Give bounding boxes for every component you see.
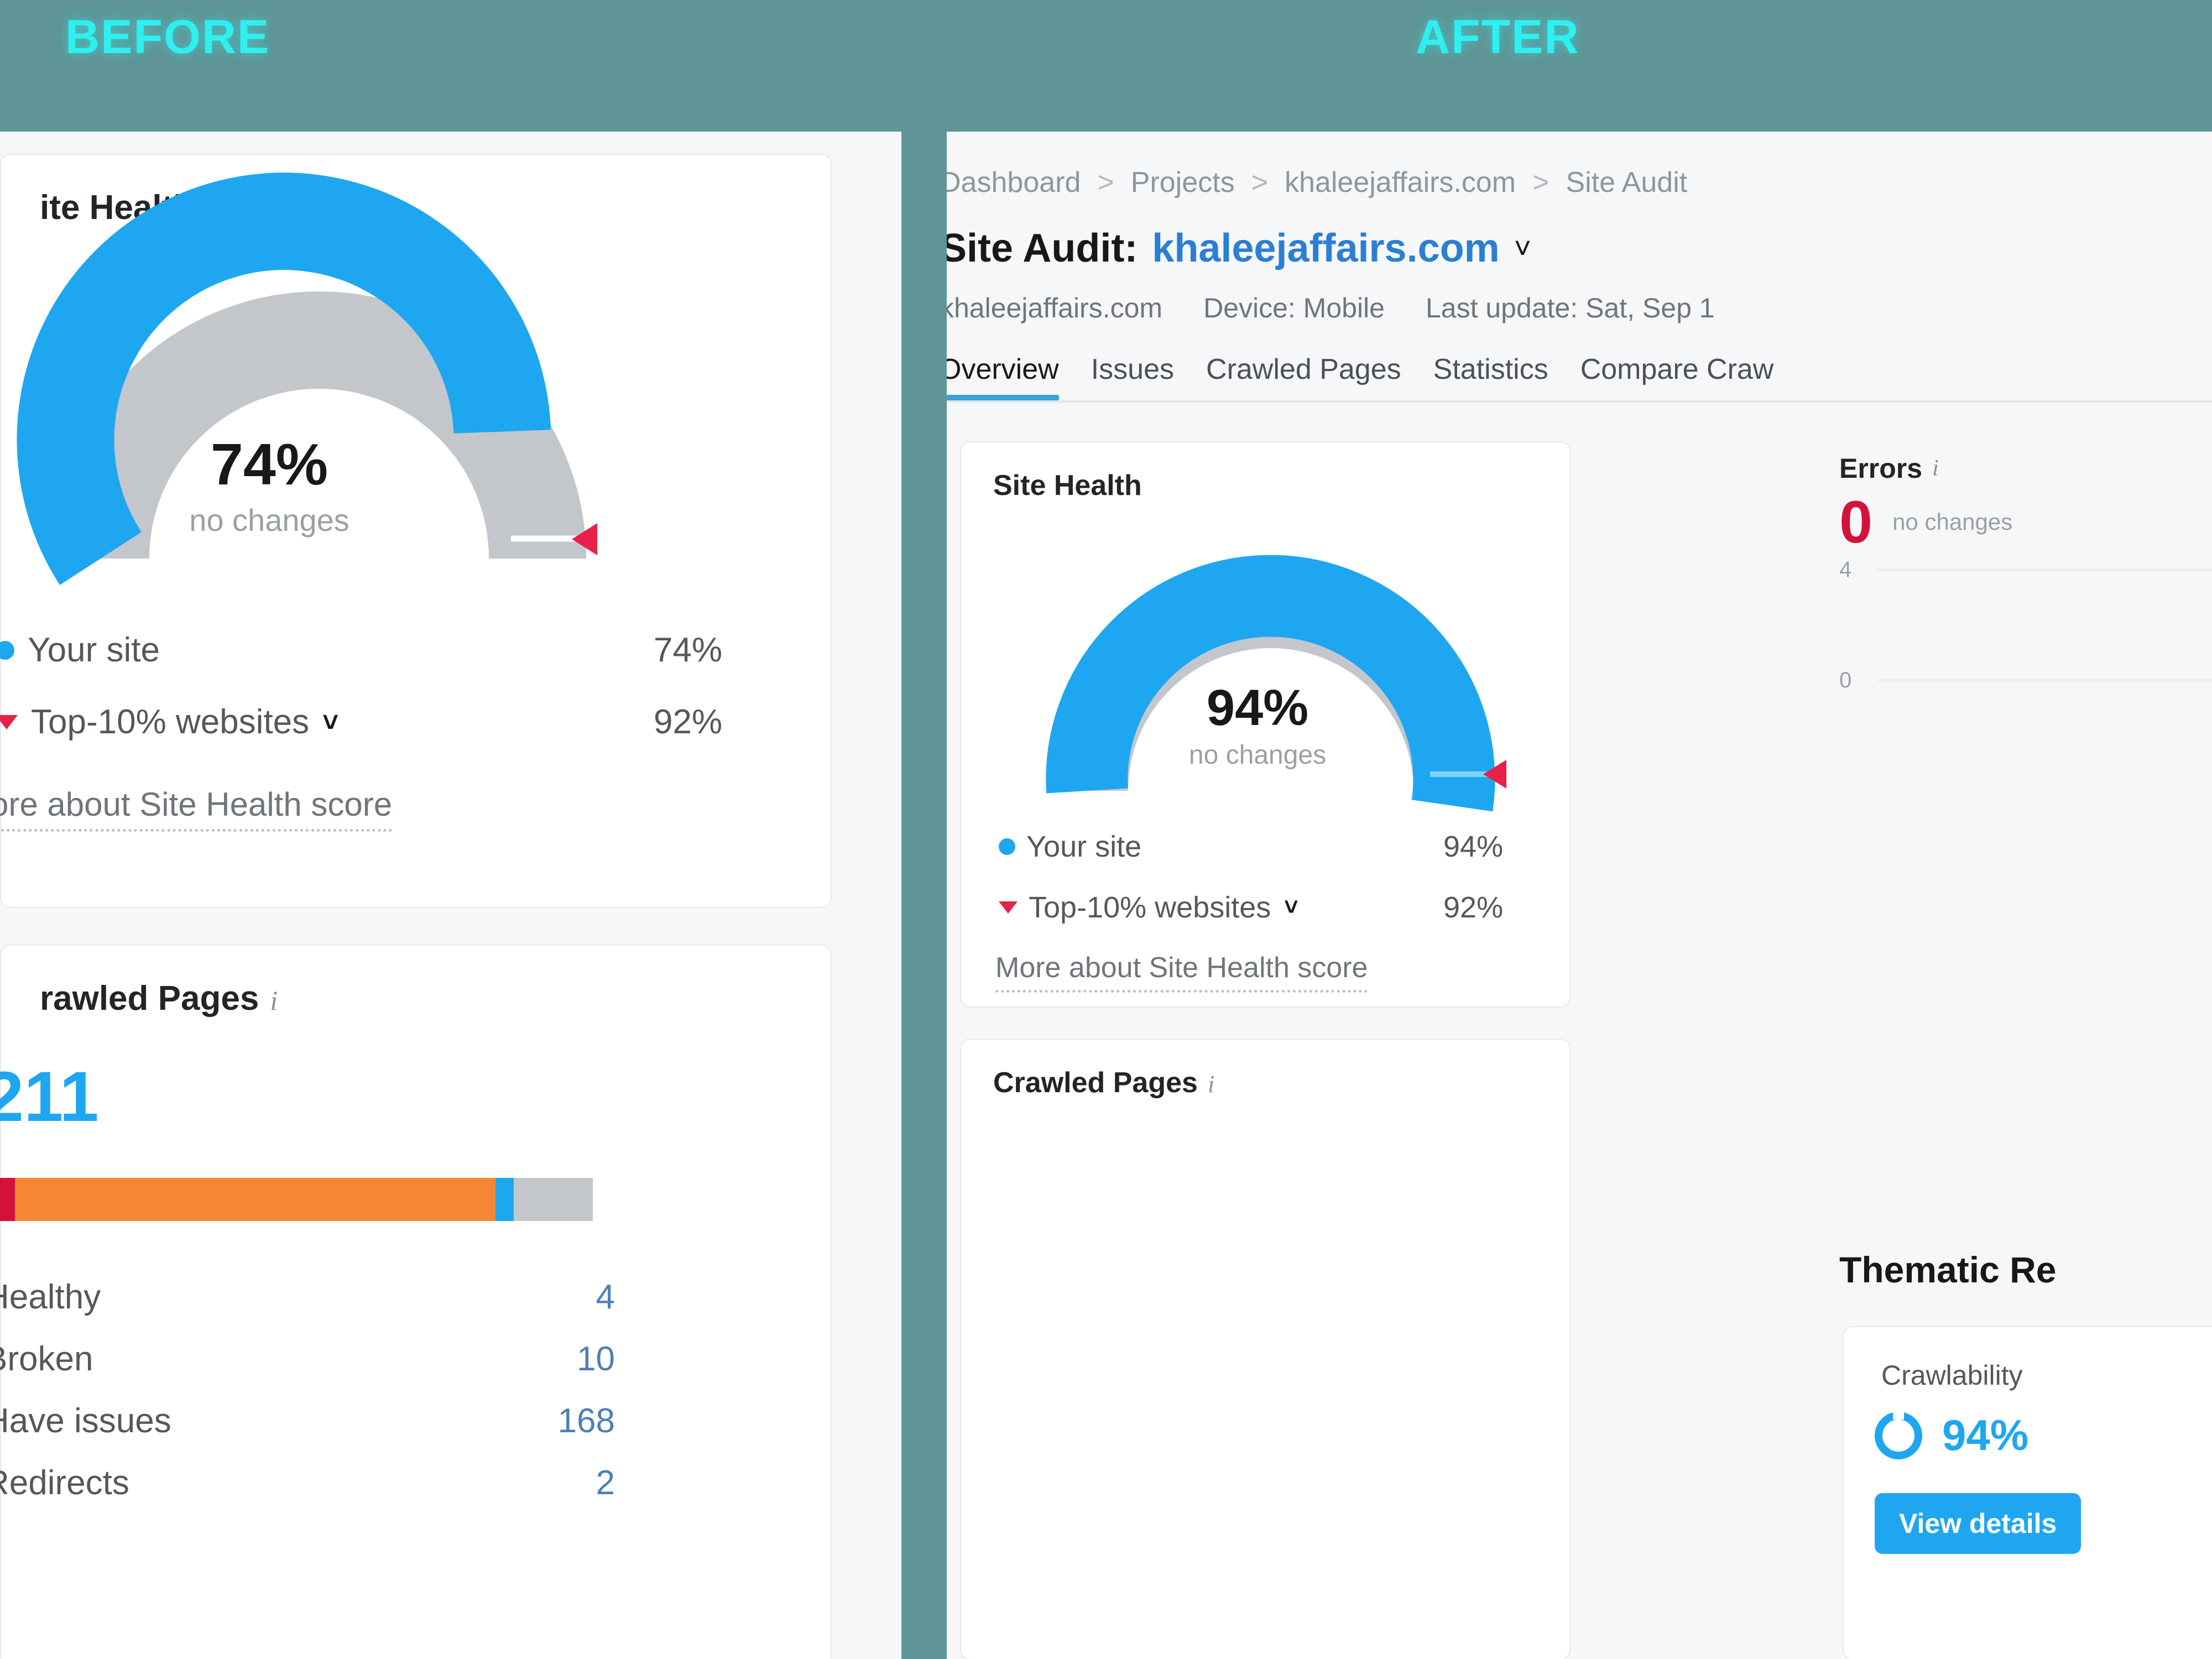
page-title: Site Audit: khaleejaffairs.com ˅ (947, 226, 1531, 271)
legend-triangle-icon (0, 714, 18, 729)
errors-delta: no changes (1892, 509, 2013, 535)
info-icon[interactable]: i (1208, 1071, 1214, 1098)
page-title-prefix: Site Audit: (947, 226, 1138, 270)
before-legend-your-site-label: Your site (28, 631, 160, 669)
crawlability-percent: 94% (1942, 1411, 2029, 1459)
before-legend-top10-value: 92% (654, 703, 723, 741)
sparkline-y-bottom-label: 0 (1839, 668, 1852, 692)
sparkline-gridline (1878, 679, 2212, 682)
after-legend-top10[interactable]: Top-10% websites ˅ (999, 890, 1298, 925)
errors-value-row: 0 no changes (1839, 492, 2212, 552)
tab-bar-divider (947, 400, 2212, 403)
bar-segment-broken (0, 1178, 15, 1221)
after-crawled-pages-card: Crawled Pages i (960, 1039, 1571, 1659)
errors-widget: Errors i 0 no changes (1839, 452, 2212, 552)
bar-segment-healthy (495, 1178, 514, 1221)
before-crawled-pages-card: rawled Pagesi 211 Healthy 4 Broken 10 Ha… (0, 945, 832, 1659)
breadcrumb-item-dashboard[interactable]: Dashboard (947, 166, 1081, 199)
breadcrumb-item-projects[interactable]: Projects (1131, 166, 1235, 199)
errors-value: 0 (1839, 488, 1873, 555)
crawlability-value-row: 94% (1875, 1410, 2028, 1460)
after-legend-your-site-value: 94% (1443, 830, 1504, 863)
errors-sparkline: 4 0 (1839, 557, 2212, 701)
after-legend-top10-label: Top-10% websites (1029, 891, 1271, 924)
stat-value: 168 (557, 1402, 615, 1440)
before-panel: ite Health 74% no changes Your site 74% … (0, 132, 901, 1659)
before-label: BEFORE (65, 11, 270, 64)
after-legend-your-site[interactable]: Your site (999, 830, 1141, 864)
view-details-button[interactable]: View details (1875, 1493, 2081, 1554)
thematic-report-card-crawlability[interactable]: Crawlability 94% View details (1843, 1326, 2212, 1659)
tab-bar: Overview Issues Crawled Pages Statistics… (947, 353, 1806, 400)
stat-label: Broken (0, 1340, 93, 1378)
sparkline-gridline (1878, 568, 2212, 571)
stat-value: 4 (596, 1278, 615, 1316)
table-row: Redirects 2 (0, 1463, 615, 1503)
after-legend-your-site-label: Your site (1026, 830, 1142, 863)
breadcrumb: Dashboard > Projects > khaleejaffairs.co… (947, 166, 1687, 199)
after-crawled-pages-title: Crawled Pages i (993, 1067, 1215, 1099)
before-gauge-percent: 74% (210, 432, 328, 497)
chevron-down-icon[interactable]: ˅ (1284, 894, 1298, 921)
before-legend-top10-label: Top-10% websites (31, 703, 310, 741)
meta-device: Device: Mobile (1203, 293, 1385, 324)
tab-issues[interactable]: Issues (1091, 353, 1174, 400)
after-legend-top10-value: 92% (1443, 891, 1504, 924)
breadcrumb-separator-icon: > (1532, 166, 1550, 199)
legend-dot-icon (999, 838, 1015, 855)
breadcrumb-separator-icon: > (1097, 166, 1114, 199)
tab-crawled-pages[interactable]: Crawled Pages (1206, 353, 1401, 400)
after-gauge-percent: 94% (1206, 680, 1309, 736)
after-more-about-site-health-link[interactable]: More about Site Health score (995, 951, 1368, 993)
after-site-health-title: Site Health (993, 469, 1142, 502)
legend-triangle-icon (999, 901, 1018, 914)
breadcrumb-item-domain[interactable]: khaleejaffairs.com (1285, 166, 1516, 199)
meta-domain: khaleejaffairs.com (947, 293, 1163, 324)
before-site-health-card: ite Health 74% no changes Your site 74% … (0, 154, 832, 908)
bar-segment-have-issues (15, 1178, 495, 1221)
table-row: Broken 10 (0, 1339, 615, 1379)
sparkline-y-top-label: 4 (1839, 557, 1852, 582)
stat-value: 10 (577, 1340, 615, 1378)
progress-ring-icon (1875, 1411, 1922, 1459)
before-crawled-total: 211 (0, 1057, 99, 1136)
after-site-health-card: Site Health 94% no changes Your site 94% (960, 441, 1571, 1008)
table-row: Healthy 4 (0, 1277, 615, 1317)
project-meta-row: khaleejaffairs.com Device: Mobile Last u… (947, 292, 1756, 324)
before-gauge-delta: no changes (189, 503, 349, 538)
errors-title-row: Errors i (1839, 452, 2212, 484)
info-icon[interactable]: i (270, 985, 278, 1016)
chevron-down-icon[interactable]: ˅ (322, 706, 338, 738)
after-site-health-gauge: 94% no changes (1027, 525, 1514, 835)
tab-statistics[interactable]: Statistics (1433, 353, 1548, 400)
chevron-down-icon[interactable]: ˅ (1514, 231, 1532, 265)
table-row: Have issues 168 (0, 1401, 615, 1441)
after-panel: Dashboard > Projects > khaleejaffairs.co… (947, 132, 2212, 1659)
tab-overview[interactable]: Overview (947, 353, 1059, 400)
stat-label: Healthy (0, 1278, 101, 1316)
stat-value: 2 (596, 1464, 615, 1502)
tab-compare-crawls[interactable]: Compare Craw (1580, 353, 1774, 400)
page-title-domain[interactable]: khaleejaffairs.com (1152, 226, 1499, 271)
before-more-about-site-health-link[interactable]: ore about Site Health score (0, 785, 393, 832)
before-legend-your-site[interactable]: Your site (0, 630, 160, 670)
breadcrumb-separator-icon: > (1251, 166, 1268, 199)
legend-dot-icon (0, 640, 14, 660)
before-legend-top10[interactable]: Top-10% websites ˅ (0, 702, 338, 742)
bar-segment-redirects (514, 1178, 593, 1221)
meta-last-update: Last update: Sat, Sep 1 (1425, 293, 1715, 324)
stat-label: Have issues (0, 1402, 171, 1440)
before-crawled-pages-title: rawled Pages i (40, 979, 278, 1018)
errors-title: Errors (1839, 453, 1923, 484)
after-label: AFTER (1416, 11, 1580, 64)
before-site-health-gauge: 74% no changes (17, 173, 604, 592)
info-icon[interactable]: i (1932, 455, 1939, 482)
before-legend-your-site-value: 74% (654, 631, 723, 669)
thematic-reports-title: Thematic Re (1839, 1249, 2057, 1290)
after-gauge-delta: no changes (1188, 740, 1327, 770)
breadcrumb-item-site-audit[interactable]: Site Audit (1566, 166, 1688, 199)
before-crawled-stacked-bar (0, 1178, 593, 1221)
crawlability-label: Crawlability (1881, 1360, 2023, 1391)
stat-label: Redirects (0, 1464, 129, 1502)
